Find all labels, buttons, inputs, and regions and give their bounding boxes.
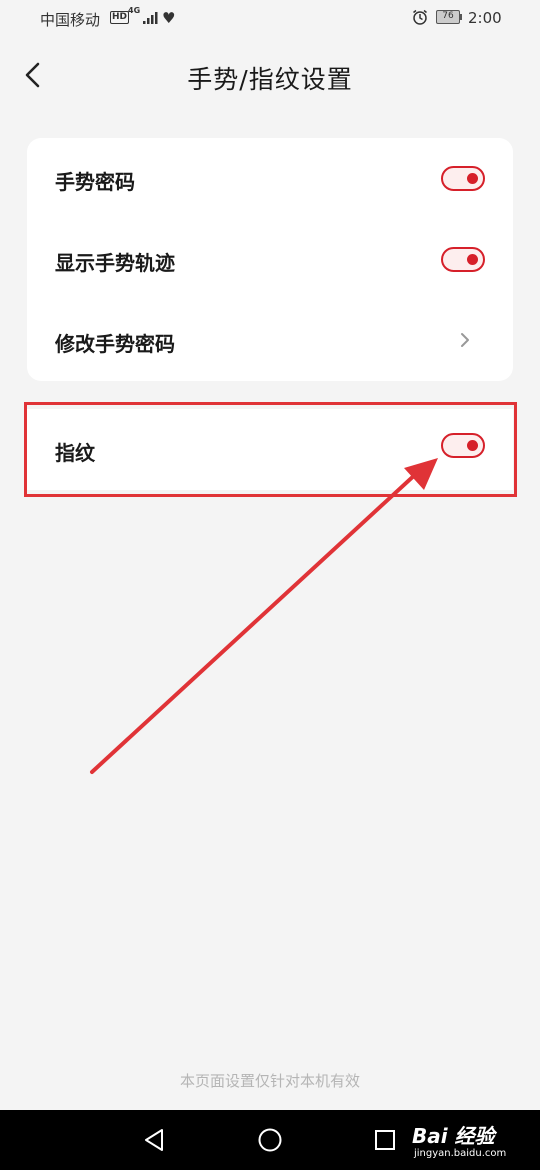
battery-tip xyxy=(460,14,462,20)
fingerprint-toggle[interactable] xyxy=(441,433,485,458)
recents-square-icon[interactable] xyxy=(371,1126,399,1154)
back-triangle-icon[interactable] xyxy=(140,1126,168,1154)
status-bar: 中国移动 HD 4G ♥ 76 2:00 xyxy=(0,0,540,36)
header: 手势/指纹设置 xyxy=(0,40,540,110)
watermark-url: jingyan.baidu.com xyxy=(414,1148,507,1159)
watermark-brand: Bai 经验 xyxy=(412,1124,495,1148)
show-gesture-track-row: 显示手势轨迹 xyxy=(27,219,513,300)
gesture-password-row: 手势密码 xyxy=(27,138,513,219)
footer-note: 本页面设置仅针对本机有效 xyxy=(179,1072,360,1090)
show-gesture-track-toggle[interactable] xyxy=(441,247,485,272)
fingerprint-row: 指纹 xyxy=(27,409,513,490)
page-title: 手势/指纹设置 xyxy=(187,65,353,94)
home-circle-icon[interactable] xyxy=(256,1126,284,1154)
gesture-password-label: 手势密码 xyxy=(55,170,135,194)
toggle-knob xyxy=(467,254,478,265)
battery-icon: 76 xyxy=(436,10,460,24)
change-gesture-password-label: 修改手势密码 xyxy=(55,332,175,356)
alarm-icon xyxy=(413,9,427,25)
network-type: 4G xyxy=(128,6,141,15)
hd-badge: HD xyxy=(110,11,130,24)
baidu-jingyan-watermark: Bai 经验 jingyan.baidu.com xyxy=(412,1118,537,1168)
toggle-knob xyxy=(467,440,478,451)
gesture-settings-card: 手势密码 显示手势轨迹 修改手势密码 xyxy=(27,138,513,381)
fingerprint-label: 指纹 xyxy=(55,441,95,465)
clock-time: 2:00 xyxy=(468,9,502,27)
change-gesture-password-row[interactable]: 修改手势密码 xyxy=(27,300,513,381)
heart-icon: ♥ xyxy=(162,9,176,27)
fingerprint-card: 指纹 xyxy=(27,409,513,490)
toggle-knob xyxy=(467,173,478,184)
show-gesture-track-label: 显示手势轨迹 xyxy=(55,251,175,275)
carrier-name: 中国移动 xyxy=(40,11,101,29)
gesture-password-toggle[interactable] xyxy=(441,166,485,191)
signal-icon xyxy=(143,12,158,24)
chevron-right-icon xyxy=(461,333,469,347)
